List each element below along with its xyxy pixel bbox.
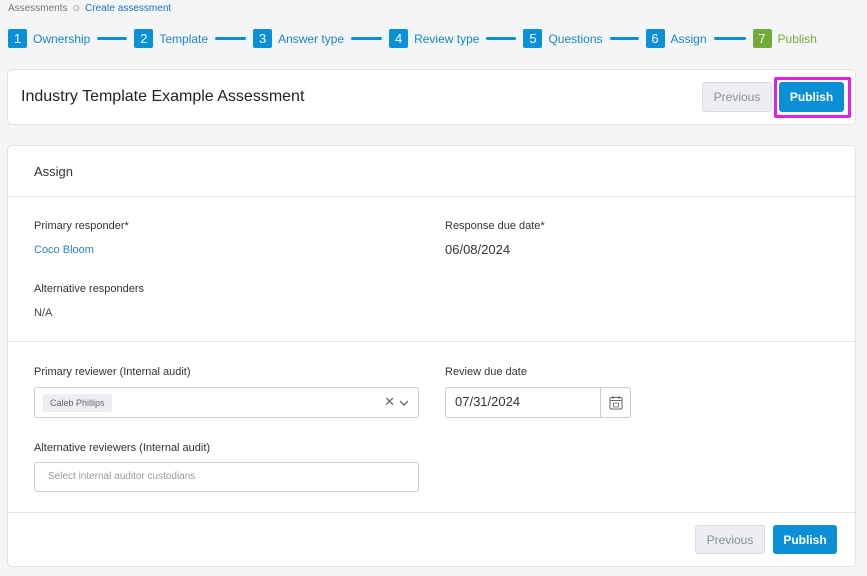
alternative-responders-label: Alternative responders [34,283,145,295]
step-label: Publish [777,31,817,46]
breadcrumb-separator-icon: ⊙ [72,3,81,13]
section-title: Assign [34,164,74,179]
assign-card: Assign Primary responder* Coco Bloom Res… [7,145,856,567]
step-connector [609,37,639,40]
clear-icon[interactable]: ✕ [384,394,395,410]
step-connector [215,37,247,40]
primary-reviewer-label: Primary reviewer (Internal audit) [34,366,191,378]
divider [8,341,855,342]
review-due-label: Review due date [445,366,527,378]
step-number: 1 [8,29,27,48]
footer-previous-button[interactable]: Previous [695,525,765,554]
divider [8,512,855,513]
chevron-down-icon[interactable] [398,396,410,414]
primary-responder-label: Primary responder* [34,220,129,232]
step-review-type[interactable]: 4 Review type [389,29,479,48]
step-ownership[interactable]: 1 Ownership [8,29,90,48]
step-assign[interactable]: 6 Assign [645,29,707,48]
step-answer-type[interactable]: 3 Answer type [253,29,344,48]
review-due-date-value[interactable]: 07/31/2024 [455,394,520,409]
step-number: 3 [253,29,273,48]
assessment-header-card: Industry Template Example Assessment Pre… [7,69,856,125]
step-number: 7 [752,29,772,48]
step-label: Review type [414,31,480,46]
alternative-reviewers-placeholder: Select internal auditor custodians [48,471,196,482]
step-number: 2 [134,29,154,48]
review-due-date-input[interactable]: 07/31/2024 [445,387,631,418]
step-connector [486,37,517,40]
page-title: Industry Template Example Assessment [21,88,305,105]
step-connector [97,37,128,40]
step-number: 5 [523,29,543,48]
alternative-reviewers-select[interactable]: Select internal auditor custodians [34,462,419,492]
step-label: Assign [670,31,707,46]
divider [8,196,855,197]
primary-responder-link[interactable]: Coco Bloom [34,244,94,256]
step-template[interactable]: 2 Template [134,29,208,48]
step-label: Ownership [33,31,91,46]
breadcrumb: Assessments ⊙ Create assessment [8,3,171,14]
step-label: Template [159,31,209,46]
primary-reviewer-select[interactable]: Caleb Phillips ✕ [34,387,419,418]
step-connector [713,37,746,40]
breadcrumb-current[interactable]: Create assessment [85,3,171,14]
footer-publish-button[interactable]: Publish [773,525,837,554]
reviewer-tag[interactable]: Caleb Phillips [43,394,112,412]
step-label: Answer type [278,31,345,46]
step-connector [351,37,383,40]
publish-button[interactable]: Publish [779,82,844,112]
response-due-label: Response due date* [445,220,545,232]
previous-button[interactable]: Previous [702,82,772,112]
step-publish[interactable]: 7 Publish [752,29,817,48]
step-questions[interactable]: 5 Questions [523,29,603,48]
breadcrumb-assessments-link[interactable]: Assessments [8,3,67,14]
wizard-stepper: 1 Ownership 2 Template 3 Answer type 4 R… [8,29,817,48]
step-number: 4 [389,29,409,48]
calendar-icon[interactable] [600,388,630,417]
alternative-reviewers-label: Alternative reviewers (Internal audit) [34,442,211,454]
step-label: Questions [548,31,603,46]
step-number: 6 [645,29,665,48]
response-due-value: 06/08/2024 [445,242,511,257]
alternative-responders-value: N/A [34,307,53,319]
